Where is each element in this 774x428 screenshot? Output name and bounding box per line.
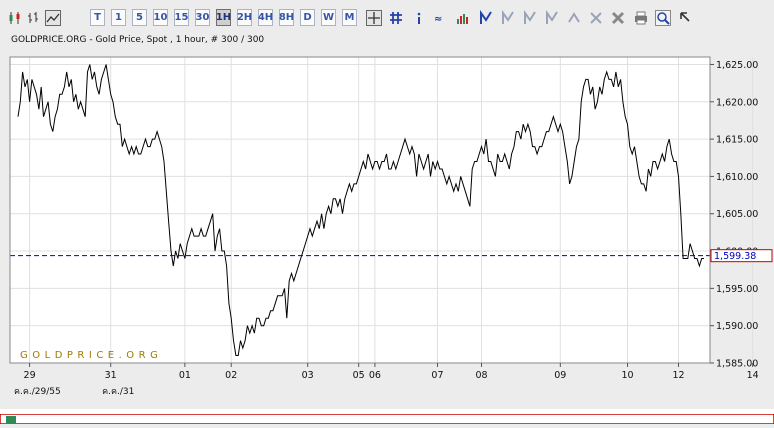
period-button-w[interactable]: W — [321, 9, 336, 26]
grid-icon[interactable] — [387, 9, 405, 26]
x-tick-label: 02 — [225, 370, 237, 381]
status-bar — [0, 409, 774, 425]
bar-chart-icon[interactable] — [25, 9, 43, 26]
current-price-label: 1,599.38 — [714, 251, 756, 262]
period-button-10[interactable]: 10 — [153, 9, 168, 26]
trendline-disabled-icon[interactable] — [543, 9, 561, 26]
x-tick-label: 08 — [475, 370, 487, 381]
period-button-1[interactable]: 1 — [111, 9, 126, 26]
y-tick-label: 1,615.00 — [716, 135, 758, 146]
pointer-icon[interactable] — [676, 9, 694, 26]
chart-area[interactable]: 1,585.001,590.001,595.001,600.001,605.00… — [0, 49, 774, 419]
period-button-15[interactable]: 15 — [174, 9, 189, 26]
x-tick-label: 05 — [353, 370, 365, 381]
trendline-icon[interactable] — [477, 9, 495, 26]
delete-all-icon[interactable] — [609, 9, 627, 26]
y-tick-label: 1,625.00 — [716, 60, 758, 71]
price-chart[interactable]: 1,585.001,590.001,595.001,600.001,605.00… — [0, 49, 774, 419]
toolbar: T 1 5 10 15 30 1H 2H 4H 8H D W M ≈ — [0, 0, 774, 34]
watermark-logo: GOLDPRICE.ORG — [20, 350, 162, 361]
x-sub-label: ค.ค./29/55 — [14, 387, 61, 397]
volume-icon[interactable] — [454, 9, 472, 26]
y-tick-label: 1,610.00 — [716, 172, 758, 183]
chart-title-bar: GOLDPRICE.ORG - Gold Price, Spot , 1 hou… — [0, 34, 774, 49]
x-sub-label: ค.ค./31 — [102, 387, 134, 397]
period-button-30[interactable]: 30 — [195, 9, 210, 26]
trendline-disabled-icon[interactable] — [521, 9, 539, 26]
y-tick-label: 1,620.00 — [716, 97, 758, 108]
close-icon[interactable] — [587, 9, 605, 26]
period-button-5[interactable]: 5 — [132, 9, 147, 26]
chart-title: GOLDPRICE.ORG - Gold Price, Spot , 1 hou… — [11, 35, 265, 45]
x-tick-label: 06 — [369, 370, 381, 381]
period-button-d[interactable]: D — [300, 9, 315, 26]
period-button-4h[interactable]: 4H — [258, 9, 273, 26]
period-button-t[interactable]: T — [90, 9, 105, 26]
crosshair-icon[interactable] — [365, 9, 383, 26]
x-tick-label: 29 — [24, 370, 36, 381]
y-tick-label: 1,605.00 — [716, 209, 758, 220]
period-button-8h[interactable]: 8H — [279, 9, 294, 26]
y-tick-label: 1,590.00 — [716, 321, 758, 332]
info-icon[interactable] — [410, 9, 428, 26]
svg-text:≈: ≈ — [434, 14, 442, 25]
trendline-disabled-icon[interactable] — [499, 9, 517, 26]
print-icon[interactable] — [632, 9, 650, 26]
spread-icon[interactable]: ≈ — [432, 9, 450, 26]
period-button-m[interactable]: M — [342, 9, 357, 26]
x-tick-label: 07 — [431, 370, 443, 381]
period-button-1h[interactable]: 1H — [216, 9, 231, 26]
x-tick-label: 12 — [672, 370, 684, 381]
line-chart-icon[interactable] — [44, 9, 62, 26]
x-tick-label: 14 — [747, 370, 759, 381]
x-tick-label: 09 — [554, 370, 566, 381]
x-tick-label: 10 — [621, 370, 633, 381]
x-tick-label: 01 — [179, 370, 191, 381]
x-tick-label: 31 — [105, 370, 117, 381]
y-tick-label: 1,595.00 — [716, 284, 758, 295]
candlestick-icon[interactable] — [6, 9, 24, 26]
plot-area[interactable] — [10, 57, 710, 363]
zoom-icon[interactable] — [654, 9, 672, 26]
period-button-2h[interactable]: 2H — [237, 9, 252, 26]
y-tick-label: 1,585.00 — [716, 359, 758, 370]
x-tick-label: 03 — [302, 370, 314, 381]
delete-tool-icon[interactable] — [565, 9, 583, 26]
